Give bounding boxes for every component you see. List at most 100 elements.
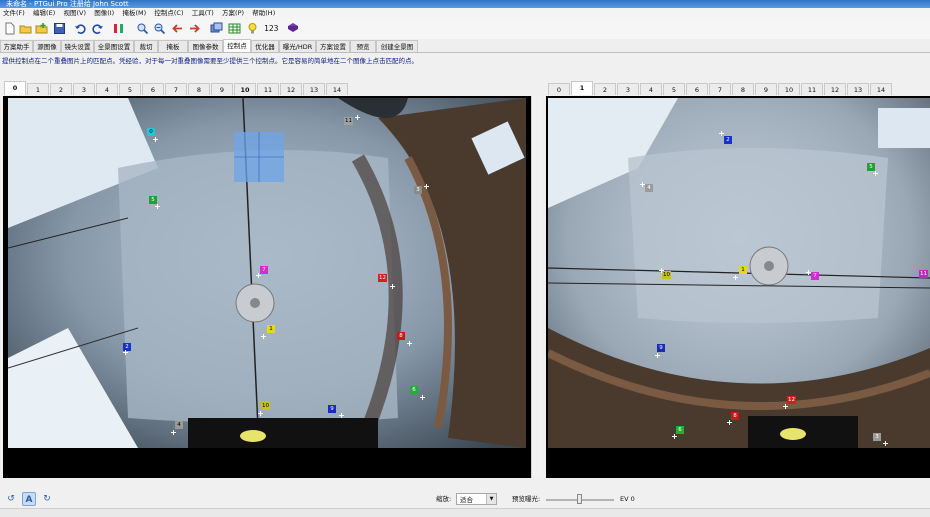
left-tab-1[interactable]: 1 (27, 83, 49, 95)
right-tab-1[interactable]: 1 (571, 81, 593, 95)
redo-icon[interactable] (91, 22, 104, 35)
left-tab-2[interactable]: 2 (50, 83, 72, 95)
left-tab-10[interactable]: 10 (234, 83, 256, 95)
right-control-point[interactable]: 6 (676, 426, 684, 434)
tab-crop[interactable]: 裁切 (134, 40, 158, 52)
left-tab-0[interactable]: 0 (4, 81, 26, 95)
right-control-point[interactable]: 9 (657, 344, 665, 352)
lightbulb-icon[interactable] (246, 22, 259, 35)
left-control-point[interactable]: 5 (149, 196, 157, 204)
menu-mask[interactable]: 掩板(M) (119, 8, 149, 19)
tab-exposure-hdr[interactable]: 曝光/HDR (279, 40, 316, 52)
numbering-indicator[interactable]: 123 (264, 24, 278, 33)
right-control-point[interactable]: 7 (811, 272, 819, 280)
menu-view[interactable]: 视图(V) (60, 8, 89, 19)
arrow-left-icon[interactable] (171, 22, 184, 35)
right-tab-2[interactable]: 2 (594, 83, 616, 95)
help-book-icon[interactable] (286, 22, 299, 35)
tab-control-points[interactable]: 控制点 (223, 39, 251, 52)
panorama-editor-icon[interactable] (210, 22, 223, 35)
tab-create-panorama[interactable]: 创建全景图 (376, 40, 418, 52)
right-tab-14[interactable]: 14 (870, 83, 892, 95)
tab-lens-settings[interactable]: 镜头设置 (61, 40, 94, 52)
right-tab-0[interactable]: 0 (548, 83, 570, 95)
tab-project-assistant[interactable]: 方案助手 (0, 40, 33, 52)
left-control-point[interactable]: 8 (397, 332, 405, 340)
tab-project-settings[interactable]: 方案设置 (316, 40, 350, 52)
tab-preview[interactable]: 预览 (350, 40, 376, 52)
menu-file[interactable]: 文件(F) (0, 8, 28, 19)
right-tab-8[interactable]: 8 (732, 83, 754, 95)
right-control-point[interactable]: 12 (787, 396, 796, 404)
left-fisheye-image[interactable]: 0 5 2 7 1 10 9 4 12 8 6 3 11 (8, 98, 526, 448)
menu-control-points[interactable]: 控制点(C) (151, 8, 186, 19)
left-image-viewport[interactable]: 0 5 2 7 1 10 9 4 12 8 6 3 11 (3, 96, 531, 478)
rotate-right-icon[interactable]: ↻ (40, 492, 54, 506)
left-vertical-scrollbar[interactable] (531, 96, 541, 478)
right-image-viewport[interactable]: 2 4 5 10 1 7 11 9 12 8 6 3 (546, 96, 930, 478)
left-tab-9[interactable]: 9 (211, 83, 233, 95)
rotate-left-icon[interactable]: ↺ (4, 492, 18, 506)
menu-edit[interactable]: 编辑(E) (30, 8, 58, 19)
right-control-point[interactable]: 11 (919, 270, 928, 278)
menu-image[interactable]: 图像(I) (91, 8, 117, 19)
right-tab-4[interactable]: 4 (640, 83, 662, 95)
left-tab-4[interactable]: 4 (96, 83, 118, 95)
left-tab-12[interactable]: 12 (280, 83, 302, 95)
tab-panorama-settings[interactable]: 全景图设置 (94, 40, 134, 52)
right-tab-13[interactable]: 13 (847, 83, 869, 95)
right-tab-3[interactable]: 3 (617, 83, 639, 95)
right-tab-9[interactable]: 9 (755, 83, 777, 95)
left-tab-13[interactable]: 13 (303, 83, 325, 95)
left-tab-11[interactable]: 11 (257, 83, 279, 95)
add-images-icon[interactable] (35, 22, 48, 35)
open-folder-icon[interactable] (19, 22, 32, 35)
left-tab-6[interactable]: 6 (142, 83, 164, 95)
tab-source-images[interactable]: 源图像 (33, 40, 61, 52)
left-control-point[interactable]: 11 (344, 117, 353, 125)
auto-align-icon[interactable]: A (22, 492, 36, 506)
left-control-point[interactable]: 1 (267, 325, 275, 333)
undo-icon[interactable] (74, 22, 87, 35)
right-control-point[interactable]: 8 (731, 412, 739, 420)
left-tab-8[interactable]: 8 (188, 83, 210, 95)
right-control-point[interactable]: 4 (645, 184, 653, 192)
left-tab-7[interactable]: 7 (165, 83, 187, 95)
zoom-select[interactable]: 适合 ▼ (456, 493, 497, 505)
left-control-point[interactable]: 9 (328, 405, 336, 413)
arrow-right-icon[interactable] (188, 22, 201, 35)
left-control-point[interactable]: 0 (147, 128, 155, 136)
left-control-point[interactable]: 10 (261, 402, 270, 410)
right-tab-11[interactable]: 11 (801, 83, 823, 95)
menu-project[interactable]: 方案(P) (219, 8, 247, 19)
right-control-point[interactable]: 1 (739, 266, 747, 274)
right-tab-7[interactable]: 7 (709, 83, 731, 95)
left-tab-14[interactable]: 14 (326, 83, 348, 95)
right-tab-6[interactable]: 6 (686, 83, 708, 95)
right-control-point[interactable]: 3 (873, 433, 881, 441)
tab-image-parameters[interactable]: 图像参数 (188, 40, 223, 52)
exposure-slider-thumb[interactable] (577, 494, 582, 504)
zoom-out-icon[interactable] (153, 22, 166, 35)
right-tab-10[interactable]: 10 (778, 83, 800, 95)
zoom-in-icon[interactable] (136, 22, 149, 35)
right-tab-12[interactable]: 12 (824, 83, 846, 95)
right-control-point[interactable]: 2 (724, 136, 732, 144)
menu-help[interactable]: 帮助(H) (249, 8, 278, 19)
left-control-point[interactable]: 12 (378, 274, 387, 282)
left-control-point[interactable]: 3 (414, 186, 422, 194)
table-icon[interactable] (228, 22, 241, 35)
left-tab-3[interactable]: 3 (73, 83, 95, 95)
new-file-icon[interactable] (3, 22, 16, 35)
left-control-point[interactable]: 6 (410, 386, 418, 394)
right-control-point[interactable]: 5 (867, 163, 875, 171)
right-tab-5[interactable]: 5 (663, 83, 685, 95)
left-control-point[interactable]: 4 (175, 421, 183, 429)
right-fisheye-image[interactable]: 2 4 5 10 1 7 11 9 12 8 6 3 (548, 98, 930, 448)
menu-tools[interactable]: 工具(T) (189, 8, 217, 19)
tab-mask[interactable]: 掩板 (158, 40, 188, 52)
save-icon[interactable] (53, 22, 66, 35)
left-tab-5[interactable]: 5 (119, 83, 141, 95)
align-images-icon[interactable] (112, 22, 125, 35)
left-control-point[interactable]: 7 (260, 266, 268, 274)
